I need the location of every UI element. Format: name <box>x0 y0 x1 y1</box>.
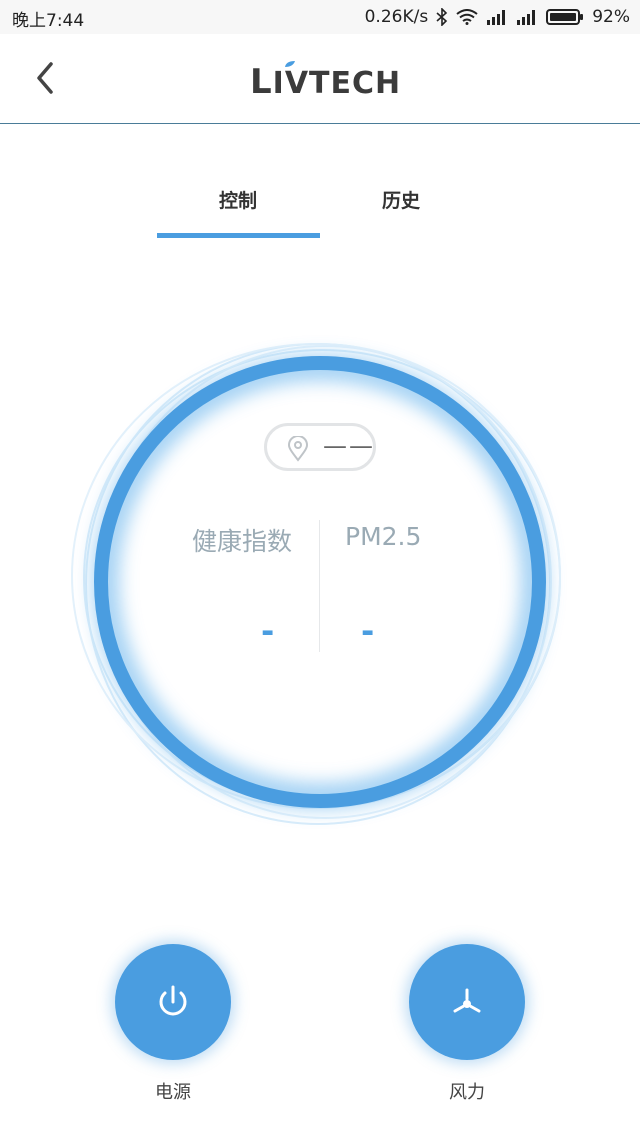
tab-history[interactable]: 历史 <box>320 170 482 238</box>
status-bar: 晚上7:44 0.26K/s 92% <box>0 0 640 34</box>
ring-graphic <box>71 343 561 825</box>
back-button[interactable] <box>26 58 66 98</box>
signal-icon <box>517 10 536 25</box>
net-speed: 0.26K/s <box>364 7 429 27</box>
fan-label: 风力 <box>449 1082 485 1103</box>
wifi-icon <box>456 9 478 25</box>
tab-control[interactable]: 控制 <box>157 170 319 238</box>
pm25-value: - <box>361 612 375 650</box>
tab-bar: 控制 历史 <box>0 170 640 240</box>
fan-icon <box>453 988 481 1013</box>
power-button[interactable] <box>115 944 231 1060</box>
logo-rest: IVTECH <box>272 66 402 101</box>
leaf-icon <box>285 61 295 67</box>
battery-icon <box>546 9 584 25</box>
livtech-logo: LIVTECH <box>250 58 400 102</box>
tab-active-indicator <box>157 233 320 238</box>
fan-button[interactable] <box>409 944 525 1060</box>
chevron-left-icon <box>37 62 53 94</box>
app-header: LIVTECH <box>0 34 640 124</box>
location-selector[interactable]: —— <box>264 423 376 471</box>
power-label: 电源 <box>155 1082 191 1103</box>
health-index-value: - <box>261 612 275 650</box>
location-pin-icon <box>287 436 309 462</box>
air-quality-ring <box>60 320 580 840</box>
logo-initial: L <box>250 62 273 102</box>
health-index-label: 健康指数 <box>192 527 293 556</box>
pm25-label: PM2.5 <box>345 522 422 551</box>
metrics-divider <box>319 520 320 652</box>
battery-level: 92% <box>592 7 630 27</box>
location-text: —— <box>323 432 375 460</box>
status-right: 0.26K/s 92% <box>365 6 630 28</box>
status-time: 晚上7:44 <box>12 11 85 31</box>
logo-text: LIVTECH <box>250 62 401 102</box>
bluetooth-icon <box>436 8 448 26</box>
power-icon <box>159 985 187 1016</box>
signal-icon <box>487 10 506 25</box>
